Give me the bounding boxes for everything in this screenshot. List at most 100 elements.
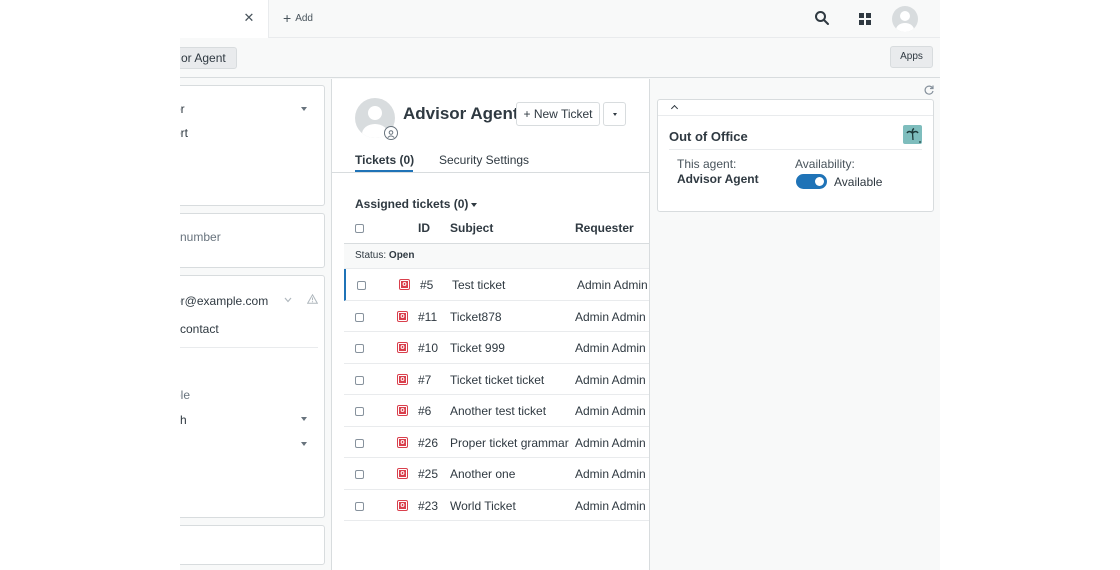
table-row[interactable]: o #6 Another test ticket Admin Admin: [344, 395, 649, 427]
phone-field[interactable]: l number: [180, 230, 221, 244]
ticket-id: #11: [418, 309, 438, 324]
status-label: Status:: [355, 250, 387, 261]
notes-card[interactable]: [180, 525, 325, 565]
grid-icon[interactable]: [858, 12, 872, 26]
new-ticket-button[interactable]: + New Ticket: [516, 102, 600, 126]
ticket-subject[interactable]: Another one: [450, 467, 515, 481]
ticket-id: #6: [418, 404, 432, 418]
ticket-subject[interactable]: World Ticket: [450, 499, 516, 513]
ticket-requester: Admin Admin: [575, 498, 646, 513]
row-checkbox[interactable]: [355, 438, 364, 448]
availability-toggle[interactable]: [796, 174, 827, 189]
user-main-panel: Advisor Agent + New Ticket Tickets (0) S…: [331, 79, 650, 570]
table-row[interactable]: o #26 Proper ticket grammar Admin Admin: [344, 426, 649, 458]
ticket-requester: Admin Admin: [575, 309, 646, 324]
ticket-subject[interactable]: Ticket878: [450, 310, 502, 324]
ticket-id: #25: [418, 467, 439, 481]
row-checkbox[interactable]: [355, 501, 364, 511]
role-card: or ort: [180, 85, 325, 206]
table-row[interactable]: o #10 Ticket 999 Admin Admin: [344, 332, 649, 364]
palm-tree-icon: [903, 125, 922, 144]
ticket-id: #7: [418, 372, 432, 387]
assigned-tickets-toggle[interactable]: Assigned tickets (0): [355, 197, 478, 211]
status-badge: o: [397, 310, 408, 322]
row-checkbox[interactable]: [355, 344, 364, 353]
row-checkbox[interactable]: [355, 407, 364, 416]
out-of-office-app: Out of Office This agent: Advisor Agent …: [657, 99, 934, 212]
add-tab-label: Add: [295, 12, 313, 24]
table-row[interactable]: o #11 Ticket878 Admin Admin: [344, 300, 649, 332]
add-tab-button[interactable]: + Add: [283, 10, 313, 26]
collapse-app-button[interactable]: [658, 100, 933, 116]
chevron-down-icon[interactable]: [284, 297, 292, 303]
row-checkbox[interactable]: [355, 470, 364, 479]
ticket-id: #10: [418, 341, 439, 355]
close-icon[interactable]: ✕: [242, 11, 256, 25]
chevron-up-icon: [670, 104, 679, 113]
language-label: ple: [180, 388, 191, 402]
column-header-id[interactable]: ID: [418, 221, 430, 235]
row-checkbox[interactable]: [357, 281, 366, 290]
warning-icon: [307, 294, 318, 304]
contact-card: or@example.com l contact ple sh: [180, 275, 325, 518]
plus-icon: +: [283, 10, 292, 26]
active-tab-indicator: [355, 170, 413, 172]
tab-tickets[interactable]: Tickets (0): [355, 153, 414, 167]
language-value[interactable]: sh: [180, 413, 187, 427]
agent-label: This agent:: [677, 157, 737, 171]
profile-avatar[interactable]: [892, 6, 918, 32]
column-header-subject[interactable]: Subject: [450, 221, 493, 235]
select-all-checkbox[interactable]: [355, 224, 364, 233]
chevron-down-icon: [471, 202, 478, 207]
role-value[interactable]: or: [180, 102, 185, 116]
more-actions-button[interactable]: [603, 102, 626, 126]
group-value[interactable]: ort: [180, 126, 188, 140]
ticket-subject[interactable]: Test ticket: [452, 278, 505, 292]
status-group-header: Status: Open: [344, 244, 649, 269]
status-badge: o: [399, 279, 410, 290]
caret-down-icon: [613, 113, 617, 116]
apps-button[interactable]: Apps: [890, 46, 933, 68]
app-title: Out of Office: [669, 129, 748, 144]
table-row[interactable]: o #23 World Ticket Admin Admin: [344, 489, 649, 521]
timezone-dropdown-icon[interactable]: [301, 442, 307, 446]
ticket-id: #5: [420, 278, 434, 292]
refresh-icon[interactable]: [923, 84, 935, 96]
phone-card: l number: [180, 213, 325, 268]
user-name: Advisor Agent: [403, 104, 519, 123]
ticket-requester: Admin Admin: [575, 404, 646, 418]
table-row[interactable]: o #5 Test ticket Admin Admin: [344, 269, 649, 301]
agent-name: Advisor Agent: [677, 172, 759, 186]
ticket-requester: Admin Admin: [575, 341, 646, 355]
breadcrumb[interactable]: or Agent: [180, 47, 237, 69]
ticket-subject[interactable]: Proper ticket grammar: [450, 436, 569, 450]
user-tabs: Tickets (0) Security Settings: [332, 151, 649, 173]
table-row[interactable]: o #25 Another one Admin Admin: [344, 458, 649, 490]
status-badge: o: [397, 373, 408, 385]
add-contact-link[interactable]: l contact: [180, 322, 219, 336]
subheader: or Agent Apps: [180, 38, 940, 78]
status-badge: o: [397, 405, 408, 416]
status-value: Open: [388, 250, 415, 261]
apps-panel: Out of Office This agent: Advisor Agent …: [650, 79, 940, 570]
ticket-subject[interactable]: Ticket 999: [450, 341, 505, 355]
ticket-requester: Admin Admin: [575, 435, 646, 450]
status-badge: o: [397, 468, 408, 479]
email-value[interactable]: or@example.com: [180, 294, 268, 308]
ticket-subject[interactable]: Ticket ticket ticket: [450, 373, 544, 387]
user-properties-panel: or ort l number or@example.com l contact…: [180, 79, 331, 570]
row-checkbox[interactable]: [355, 312, 364, 322]
table-row[interactable]: o #7 Ticket ticket ticket Admin Admin: [344, 363, 649, 395]
role-dropdown-icon[interactable]: [301, 107, 307, 111]
agent-workspace: ✕ + Add or Agent Apps or: [180, 0, 940, 570]
ticket-subject[interactable]: Another test ticket: [450, 404, 546, 418]
ticket-requester: Admin Admin: [575, 467, 646, 481]
workspace-tab-active[interactable]: ✕: [180, 0, 269, 38]
user-silhouette-icon: [896, 11, 914, 32]
contact-divider: [180, 347, 318, 348]
tab-security-settings[interactable]: Security Settings: [439, 153, 529, 167]
search-icon[interactable]: [814, 10, 830, 26]
column-header-requester[interactable]: Requester: [575, 221, 634, 235]
row-checkbox[interactable]: [355, 375, 364, 385]
language-dropdown-icon[interactable]: [301, 417, 307, 421]
